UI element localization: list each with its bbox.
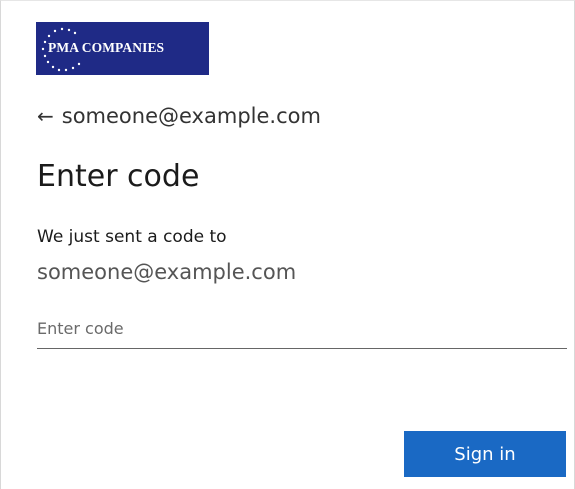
description-line-1: We just sent a code to (37, 227, 227, 247)
arrow-left-icon[interactable]: ← (37, 106, 54, 126)
back-email: someone@example.com (61, 104, 321, 128)
code-input[interactable] (37, 309, 567, 349)
logo-text: PMA COMPANIES (48, 40, 165, 55)
company-logo: PMA COMPANIES (36, 22, 209, 75)
sign-in-button[interactable]: Sign in (404, 431, 566, 477)
back-button[interactable]: ← someone@example.com (37, 104, 321, 128)
page-title: Enter code (37, 159, 200, 194)
sign-in-panel: PMA COMPANIES ← someone@example.com Ente… (0, 0, 575, 489)
description-email: someone@example.com (37, 260, 297, 284)
